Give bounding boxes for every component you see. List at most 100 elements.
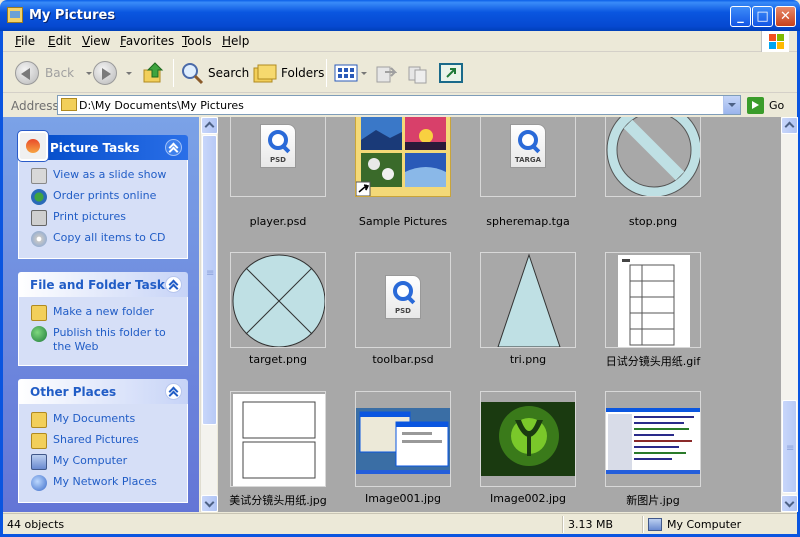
shared-pictures-icon [31, 433, 47, 449]
folders-button[interactable]: Folders [253, 59, 324, 87]
place-my-network-places[interactable]: My Network Places [31, 475, 181, 491]
file-tile[interactable]: target.png [218, 252, 338, 387]
collapse-chevron-icon[interactable] [165, 383, 182, 400]
file-folder-tasks-header[interactable]: File and Folder Tasks [18, 272, 188, 297]
other-places-title: Other Places [30, 385, 117, 399]
forward-arrow-icon [93, 61, 117, 85]
file-tile[interactable]: tri.png [468, 252, 588, 387]
file-tile[interactable]: stop.png [593, 117, 713, 236]
address-input[interactable]: D:\My Documents\My Pictures [57, 95, 741, 115]
address-dropdown-icon[interactable] [723, 96, 740, 114]
move-to-icon [376, 66, 397, 83]
windows-logo-icon [761, 31, 789, 52]
file-name: Image001.jpg [365, 492, 441, 505]
go-arrow-icon [747, 96, 764, 114]
file-name: 新图片.jpg [626, 494, 680, 507]
place-my-documents[interactable]: My Documents [31, 412, 181, 428]
menu-file[interactable]: File [15, 34, 35, 48]
up-folder-button[interactable] [143, 59, 165, 87]
task-new-folder[interactable]: Make a new folder [31, 305, 181, 321]
file-thumbnail [230, 252, 326, 348]
file-tile[interactable]: PSD toolbar.psd [343, 252, 463, 387]
menu-bar: File Edit View Favorites Tools Help [3, 31, 797, 52]
file-thumbnail [230, 391, 326, 487]
back-button[interactable]: Back [15, 59, 93, 87]
file-view-scrollbar[interactable] [781, 117, 798, 512]
task-copy-to-cd[interactable]: Copy all items to CD [31, 231, 181, 247]
file-thumbnail: TARGA [480, 117, 576, 197]
file-name: stop.png [628, 215, 678, 228]
zone-label: My Computer [667, 518, 742, 531]
scroll-thumb[interactable] [782, 400, 797, 493]
scroll-down-arrow-icon[interactable] [201, 495, 218, 512]
views-button[interactable] [334, 59, 367, 87]
task-label: Print pictures [53, 210, 126, 223]
task-pane-scrollbar[interactable] [200, 117, 218, 512]
picture-tasks-panel: Picture Tasks View as a slide show Order… [18, 131, 188, 259]
place-label: My Documents [53, 412, 136, 425]
search-icon [182, 63, 204, 85]
storyboard-image [233, 394, 325, 486]
minimize-button[interactable]: _ [730, 6, 751, 27]
other-places-panel: Other Places My Documents Shared Picture… [18, 379, 188, 503]
back-dropdown-icon[interactable] [86, 71, 93, 75]
collapse-chevron-icon[interactable] [165, 139, 182, 156]
scroll-up-arrow-icon[interactable] [201, 117, 218, 134]
search-button[interactable]: Search [180, 59, 249, 87]
toolbar-separator [173, 59, 174, 87]
tga-file-icon: TARGA [510, 124, 546, 168]
stop-sign-image [606, 117, 700, 196]
scroll-up-arrow-icon[interactable] [781, 117, 798, 134]
task-slide-show[interactable]: View as a slide show [31, 168, 181, 184]
place-shared-pictures[interactable]: Shared Pictures [31, 433, 181, 449]
picture-tasks-header[interactable]: Picture Tasks [18, 131, 188, 161]
psd-file-icon: PSD [385, 275, 421, 319]
move-to-button[interactable] [375, 59, 397, 87]
file-tile[interactable]: PSD player.psd [218, 117, 338, 236]
place-my-computer[interactable]: My Computer [31, 454, 181, 470]
menu-favorites[interactable]: Favorites [120, 34, 174, 48]
screenshot-image [606, 408, 700, 474]
other-places-header[interactable]: Other Places [18, 379, 188, 404]
my-pictures-folder-icon[interactable] [7, 7, 23, 23]
standard-toolbar: Back Search Folders [3, 53, 797, 93]
publish-web-icon [31, 326, 47, 342]
menu-view[interactable]: View [82, 34, 110, 48]
forward-button[interactable] [93, 59, 132, 87]
file-view: PSD player.psd Sample Pictures TARGA sph… [218, 117, 781, 512]
copy-to-button[interactable] [407, 59, 429, 87]
scroll-down-arrow-icon[interactable] [781, 495, 798, 512]
file-name: 日试分镜头用纸.gif [605, 355, 701, 368]
file-tile[interactable]: 新图片.jpg [593, 391, 713, 512]
maximize-button[interactable]: □ [752, 6, 773, 27]
views-dropdown-icon[interactable] [361, 71, 367, 75]
file-tile[interactable]: Image001.jpg [343, 391, 463, 512]
file-tile[interactable]: 日试分镜头用纸.gif [593, 252, 713, 387]
go-button[interactable]: Go [747, 95, 784, 115]
task-order-prints[interactable]: Order prints online [31, 189, 181, 205]
menu-help[interactable]: Help [222, 34, 249, 48]
rotate-button[interactable] [439, 59, 463, 87]
scroll-thumb[interactable] [202, 135, 217, 425]
menu-edit[interactable]: Edit [48, 34, 71, 48]
place-label: Shared Pictures [53, 433, 139, 446]
menu-tools[interactable]: Tools [182, 34, 212, 48]
copy-to-icon [408, 66, 427, 84]
task-publish-web[interactable]: Publish this folder to the Web [31, 326, 181, 354]
storyboard-image [618, 255, 690, 347]
address-label: Address [11, 99, 59, 113]
folders-icon [253, 64, 277, 83]
file-name: Sample Pictures [358, 215, 448, 228]
forward-dropdown-icon[interactable] [126, 71, 132, 75]
collapse-chevron-icon[interactable] [165, 276, 182, 293]
file-tile[interactable]: Image002.jpg [468, 391, 588, 512]
file-tile[interactable]: 美试分镜头用纸.jpg [218, 391, 338, 512]
picture-tasks-icon [18, 131, 48, 161]
task-print-pictures[interactable]: Print pictures [31, 210, 181, 226]
close-button[interactable]: ✕ [775, 6, 796, 27]
back-label: Back [45, 66, 75, 80]
title-bar[interactable]: My Pictures _ □ ✕ [0, 0, 800, 31]
file-tile[interactable]: TARGA spheremap.tga [468, 117, 588, 236]
file-thumbnail [605, 117, 701, 197]
folder-tile[interactable]: Sample Pictures [343, 117, 463, 236]
